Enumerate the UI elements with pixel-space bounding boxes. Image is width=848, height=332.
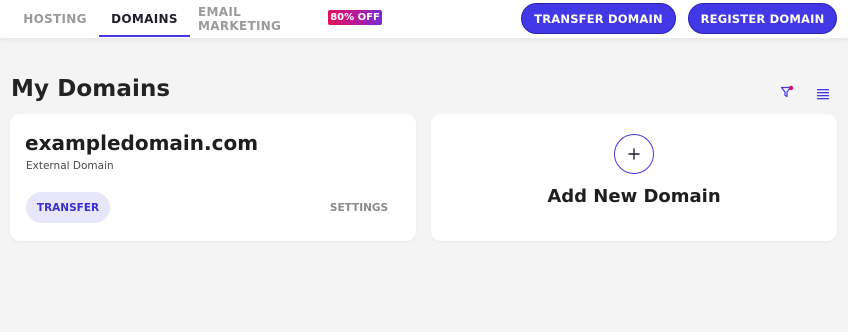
tab-email-marketing[interactable]: EMAIL MARKETING: [198, 0, 326, 38]
top-nav-bar: HOSTING DOMAINS EMAIL MARKETING 80% OFF …: [0, 0, 848, 38]
add-domain-label: Add New Domain: [547, 186, 721, 207]
page-title: My Domains: [11, 76, 171, 102]
filter-icon[interactable]: [780, 84, 794, 98]
transfer-domain-button[interactable]: TRANSFER DOMAIN: [521, 3, 676, 34]
domain-name[interactable]: exampledomain.com: [25, 131, 258, 155]
promo-badge: 80% OFF: [328, 10, 382, 25]
tab-hosting[interactable]: HOSTING: [14, 0, 96, 38]
domain-type-label: External Domain: [26, 160, 114, 172]
tab-domains[interactable]: DOMAINS: [99, 0, 190, 38]
transfer-button[interactable]: TRANSFER: [26, 192, 110, 223]
add-domain-card[interactable]: Add New Domain: [431, 114, 837, 241]
plus-icon: [628, 148, 640, 160]
domain-card: exampledomain.com External Domain TRANSF…: [10, 114, 416, 241]
list-view-icon[interactable]: [816, 85, 830, 100]
register-domain-button[interactable]: REGISTER DOMAIN: [688, 3, 837, 34]
add-domain-button[interactable]: [614, 134, 654, 174]
settings-button[interactable]: SETTINGS: [322, 200, 396, 216]
